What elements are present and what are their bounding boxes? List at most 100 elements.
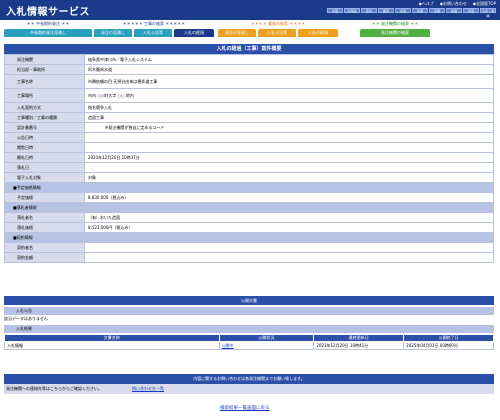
field-value: 対象	[84, 172, 494, 183]
field-label: 予定価格	[4, 192, 85, 203]
region-button[interactable]: 北海道	[344, 8, 360, 13]
section-title: 入札の経過（工事）案件概要	[4, 44, 494, 54]
help-link[interactable]: ◆ヘルプ	[419, 1, 434, 7]
field-label: 閲覧日時	[4, 142, 85, 153]
field-value: 岐阜県中津川市／電子入札システム	[84, 54, 494, 65]
tab-agency-search[interactable]: 発注機関の検索	[360, 29, 430, 37]
menu-group-title: ＊＊ 発注機関の検索 ＊＊	[371, 21, 419, 26]
subsection-header: ■予定価格情報	[4, 182, 494, 193]
detail-row: 落札日	[4, 162, 494, 173]
tab-longterm-outlook[interactable]: 中長期的発注見通し	[4, 29, 92, 37]
field-label: 設計書番号	[4, 122, 85, 133]
menu-group-agency: ＊＊ 発注機関の検索 ＊＊ 発注機関の検索	[350, 21, 440, 37]
detail-row: 閲覧日時	[4, 142, 494, 153]
contact-list-link[interactable]: 問い合わせ先一覧	[132, 384, 164, 394]
field-label: 発注機関	[4, 54, 85, 65]
menu-group-services: ＊＊＊＊ 業務の検索 ＊＊＊＊ 発注の見通し 入札公告等 入札の経過	[218, 21, 338, 37]
field-value: 指名競争入札	[84, 102, 494, 113]
table-row: 入札情報 公開中 2023年12月20日 10時41分 2025年04月01日 …	[4, 341, 494, 350]
public-docs-header: 公開文書	[4, 296, 494, 305]
tab-services-notices[interactable]: 入札公告等	[258, 29, 296, 37]
column-header: 文書名称	[4, 334, 220, 342]
field-label: 工事場所	[4, 88, 85, 103]
tab-construction-results[interactable]: 入札の経過	[174, 29, 214, 37]
menu-group-title: ＊＊＊＊＊ 工事の検索 ＊＊＊＊＊	[122, 21, 186, 26]
detail-row: 工事名称 市隣依頼の目 天然谷由来は攪拌道工事	[4, 74, 494, 89]
site-title: 入札情報サービス	[6, 7, 90, 18]
field-value: 2023年12月20日 10時37分	[84, 152, 494, 163]
tab-construction-notices[interactable]: 入札公告等	[134, 29, 172, 37]
menu-group-title: ＊＊ 中長期的発注 ＊＊	[26, 21, 70, 26]
field-label: 電子入札対象	[4, 172, 85, 183]
field-value: 8,830,000（税込み）	[84, 192, 494, 203]
subsection-header: ■落札者情報	[4, 202, 494, 213]
result-label: 入札結果	[4, 325, 494, 333]
inquiry-notice: 内容に関するお問い合わせは各発注機関までお願い致します。	[4, 374, 494, 384]
field-value	[84, 252, 494, 263]
region-button[interactable]: 九州・沖縄	[480, 8, 496, 18]
detail-row: 契約者名	[4, 242, 494, 253]
field-label: 担当部・事務所	[4, 64, 85, 75]
region-selector: 全国 北海道 東北 関東 北陸 中部 近畿 中国 四国 九州・沖縄	[327, 8, 496, 18]
detail-row: 開札日時 2023年12月20日 10時37分	[4, 152, 494, 163]
detail-row: 入札契約方式 指名競争入札	[4, 102, 494, 113]
region-button[interactable]: 北陸	[395, 8, 411, 13]
table-header-row: 文書名称 公開状況 最終更新日 公開終了日	[4, 334, 494, 342]
region-button[interactable]: 四国	[463, 8, 479, 13]
detail-row: 落札者名 （有）おいた造園	[4, 212, 494, 223]
region-button[interactable]: 東北	[361, 8, 377, 13]
field-label: 契約者名	[4, 242, 85, 253]
field-label: 工事名称	[4, 74, 85, 89]
detail-row: 公告日時	[4, 132, 494, 143]
contact-link[interactable]: ◆お問い合わせ	[440, 1, 467, 7]
tab-construction-outlook[interactable]: 発注の見通し	[94, 29, 132, 37]
field-value	[84, 162, 494, 173]
field-label: 契約金額	[4, 252, 85, 263]
region-button[interactable]: 中部	[412, 8, 428, 13]
field-label: 落札日	[4, 162, 85, 173]
doc-status-link[interactable]: 公開中	[218, 341, 315, 350]
tab-services-results[interactable]: 入札の経過	[298, 29, 338, 37]
doc-updated: 2023年12月20日 10時41分	[313, 341, 405, 350]
subsection-title: ■落札者情報	[4, 202, 494, 213]
detail-row: 工事種別／工事の種類 造園工事	[4, 112, 494, 123]
field-value: 市内 ○○町大字 ○○ 地内	[84, 88, 494, 103]
field-label: 公告日時	[4, 132, 85, 143]
field-value: ※発注機関が独自に定めるコード	[84, 122, 494, 133]
subsection-title: ■予定価格情報	[4, 182, 494, 193]
field-value: 阿木簡易水道	[84, 64, 494, 75]
field-value	[84, 142, 494, 153]
site-header: 入札情報サービス ◆ヘルプ ◆お問い合わせ ◆全国版TOP 全国 北海道 東北 …	[0, 0, 500, 20]
menu-group-construction: ＊＊＊＊＊ 工事の検索 ＊＊＊＊＊ 発注の見通し 入札公告等 入札の経過	[94, 21, 214, 37]
detail-row: 予定価格 8,830,000（税込み）	[4, 192, 494, 203]
field-label: 入札契約方式	[4, 102, 85, 113]
column-header: 最終更新日	[313, 334, 405, 342]
inquiry-row: 発注機関への連絡先等はこちらからご確認ください。 問い合わせ先一覧	[4, 384, 494, 394]
doc-name: 入札情報	[4, 341, 220, 350]
notice-empty-text: 該当データはありません	[4, 316, 48, 321]
inquiry-text: 発注機関への連絡先等はこちらからご確認ください。	[6, 386, 102, 391]
detail-table: 発注機関 岐阜県中津川市／電子入札システム 担当部・事務所 阿木簡易水道 工事名称市…	[4, 54, 494, 263]
tab-services-outlook[interactable]: 発注の見通し	[218, 29, 256, 37]
menu-group-longterm: ＊＊ 中長期的発注 ＊＊ 中長期的発注見通し	[4, 21, 92, 37]
notice-label: 入札公告	[4, 307, 494, 315]
detail-row: 工事場所 市内 ○○町大字 ○○ 地内	[4, 88, 494, 103]
field-label: 落札者名	[4, 212, 85, 223]
detail-row: 担当部・事務所 阿木簡易水道	[4, 64, 494, 75]
region-button[interactable]: 中国	[446, 8, 462, 13]
region-button[interactable]: 関東	[378, 8, 394, 13]
field-label: 開札日時	[4, 152, 85, 163]
region-button[interactable]: 全国	[327, 8, 343, 13]
column-header: 公開終了日	[403, 334, 494, 342]
subsection-header: ■契約情報	[4, 232, 494, 243]
field-value	[84, 242, 494, 253]
back-to-results-link[interactable]: 検索結果一覧画面に戻る	[220, 405, 270, 411]
subsection-title: ■契約情報	[4, 232, 494, 243]
result-docs-table: 文書名称 公開状況 最終更新日 公開終了日 入札情報 公開中 2023年12月2…	[4, 334, 494, 350]
detail-row: 設計書番号 ※発注機関が独自に定めるコード	[4, 122, 494, 133]
menu-group-title: ＊＊＊＊ 業務の検索 ＊＊＊＊	[250, 21, 306, 26]
region-button[interactable]: 近畿	[429, 8, 445, 13]
column-header: 公開状況	[218, 334, 315, 342]
top-link[interactable]: ◆全国版TOP	[473, 1, 496, 7]
field-value: 8,523,000円（税込み）	[84, 222, 494, 233]
